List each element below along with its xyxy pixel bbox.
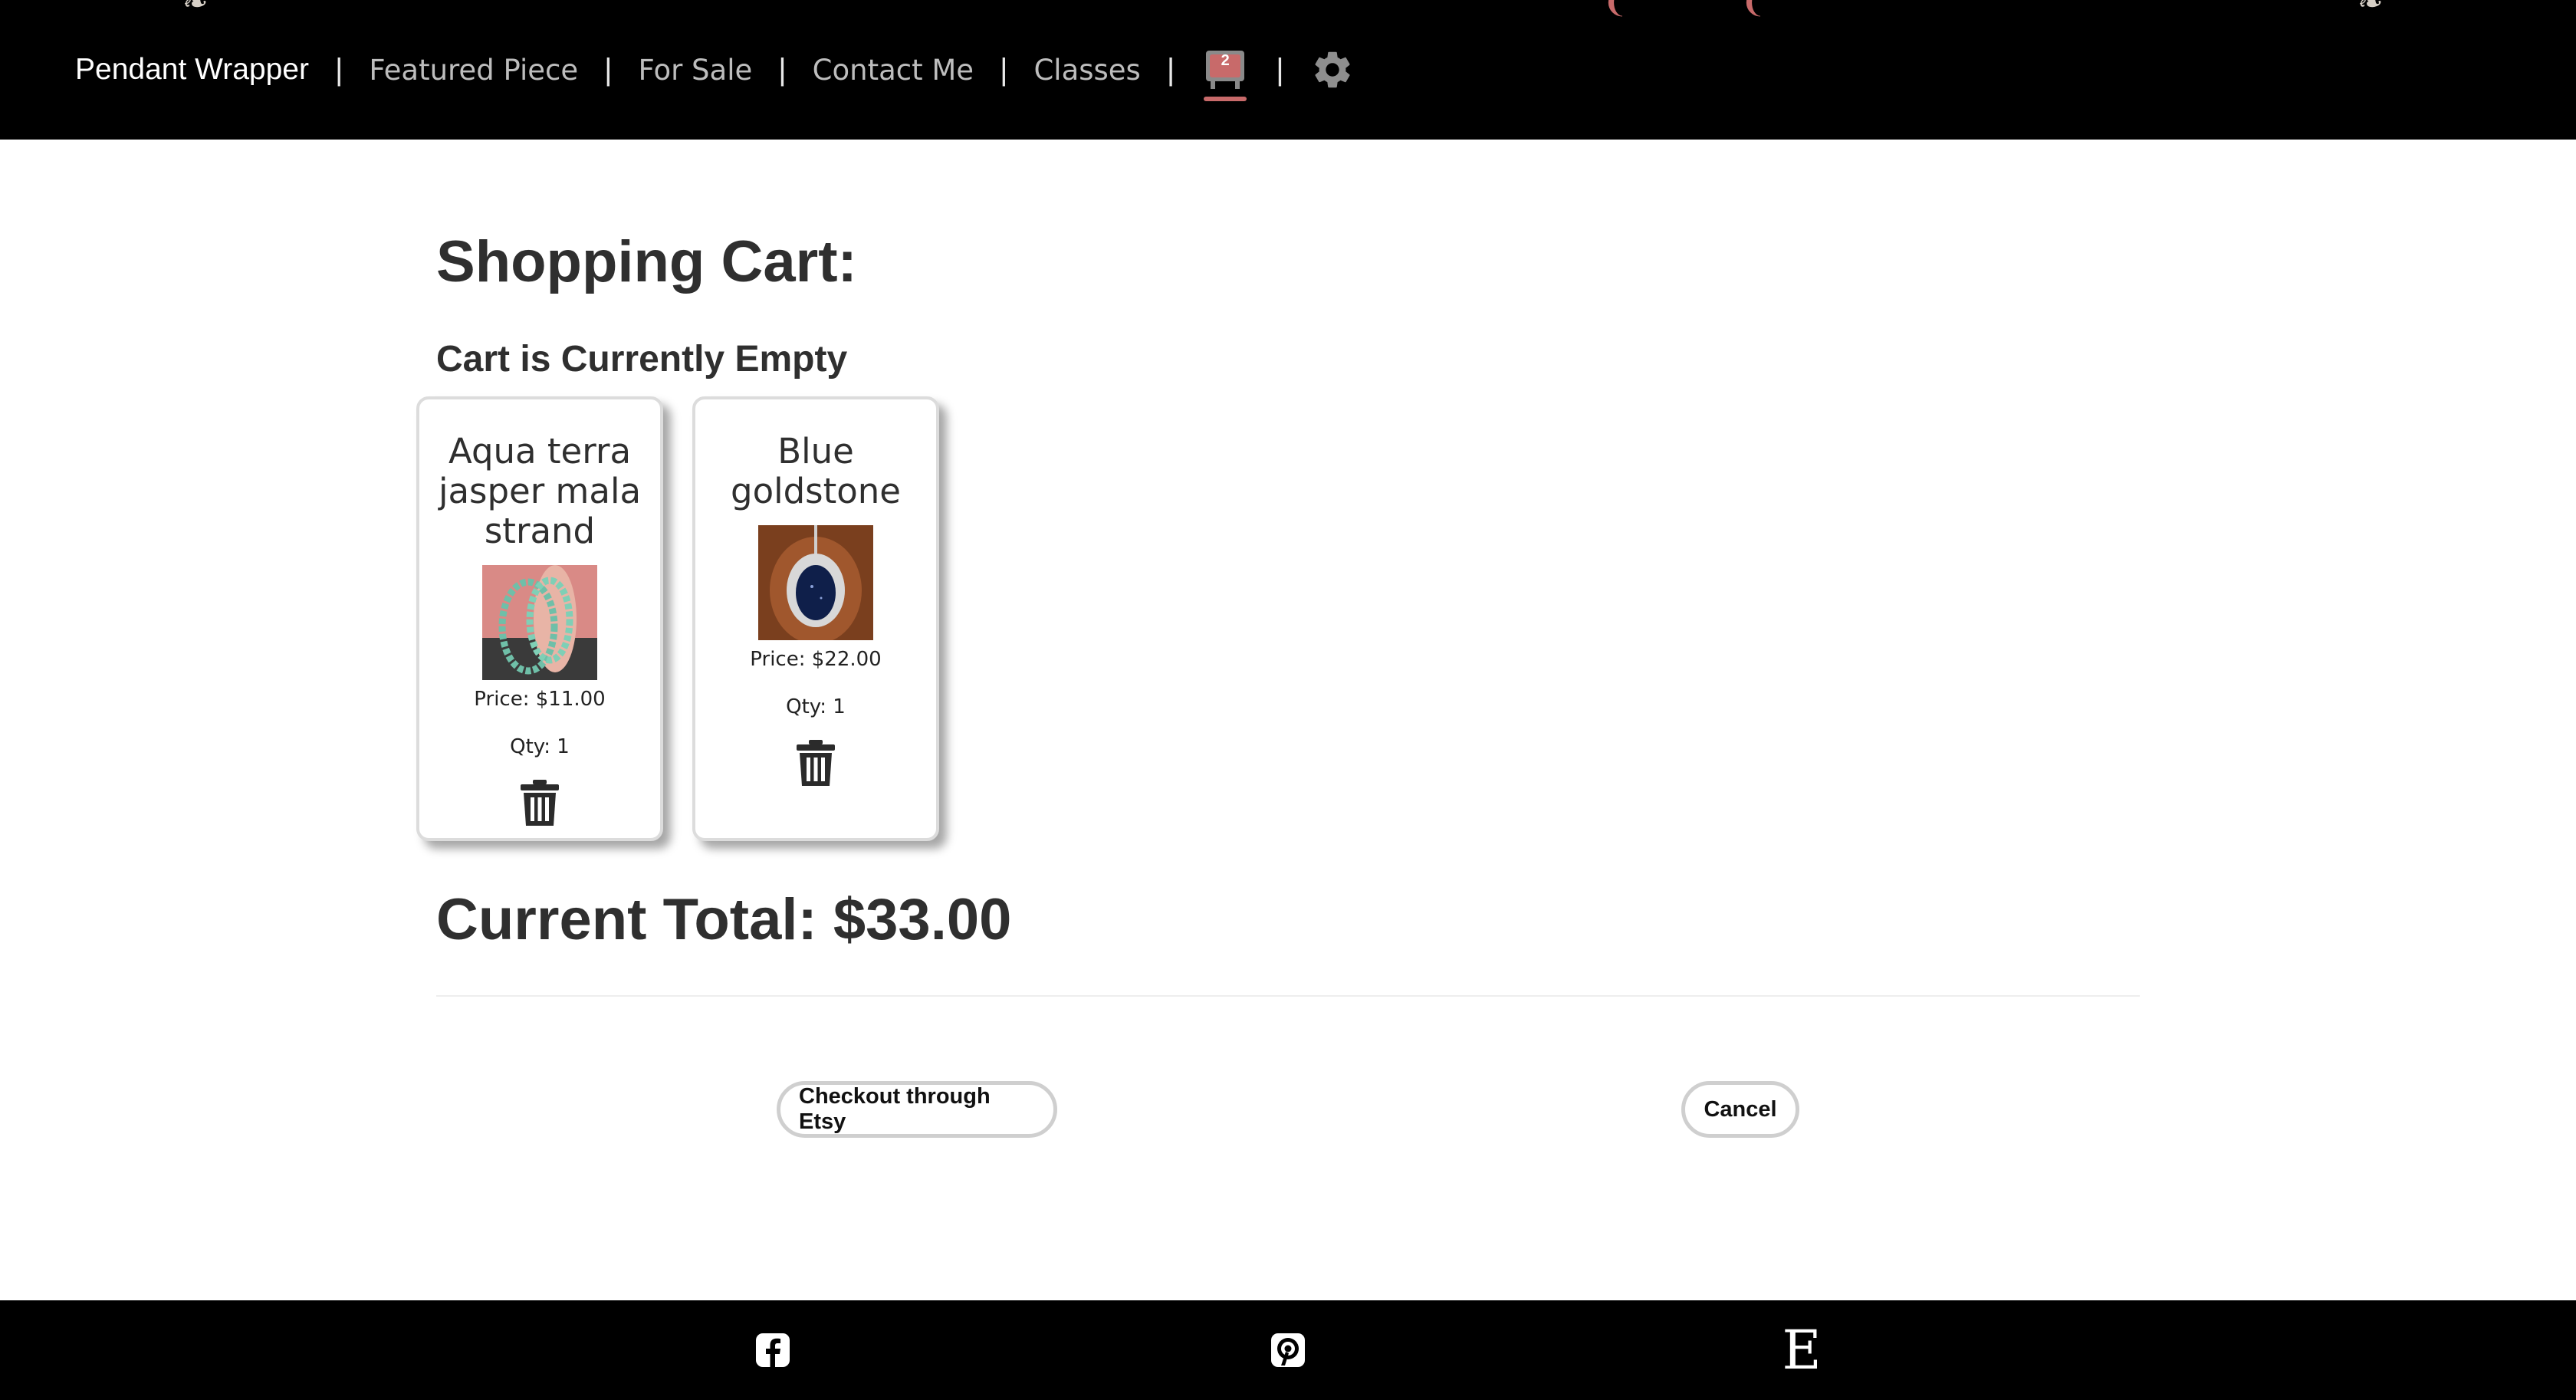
nav-classes[interactable]: Classes [1033,54,1140,87]
nav-separator: | [604,52,613,87]
item-name: Blue goldstone [731,431,901,511]
item-price: Price: $22.00 [750,648,882,671]
pinterest-link[interactable] [1263,1326,1313,1375]
etsy-link[interactable]: E [1777,1319,1826,1382]
decorative-swirl-center: ❨ [1602,0,1628,20]
active-indicator [1204,97,1247,101]
cart-status-message: Cart is Currently Empty [436,339,848,380]
item-name: Aqua terra jasper mala strand [438,431,642,551]
nav-separator: | [1000,52,1008,87]
cart-count-badge: 2 [1221,52,1230,69]
gear-icon[interactable] [1310,48,1355,92]
nav-separator: | [1276,52,1284,87]
cancel-button[interactable]: Cancel [1681,1081,1799,1138]
etsy-icon: E [1782,1319,1822,1382]
item-price: Price: $11.00 [474,688,606,711]
cart-item-card: Blue goldstone Price: $22.00 Qty: 1 [692,396,939,841]
item-image [482,565,597,680]
nav-separator: | [778,52,787,87]
cart-total: Current Total: $33.00 [436,887,1012,952]
page-title: Shopping Cart: [436,229,857,294]
decorative-swirl-right: ❧ [2358,0,2384,20]
main-nav: Pendant Wrapper | Featured Piece | For S… [75,0,1355,140]
nav-for-sale[interactable]: For Sale [638,54,752,87]
cart-button[interactable]: 2 [1201,35,1250,104]
trash-icon[interactable] [795,738,836,787]
checkout-etsy-button[interactable]: Checkout through Etsy [777,1081,1057,1138]
decorative-swirl-center-2: ❨ [1740,0,1766,20]
nav-separator: | [1166,52,1175,87]
facebook-icon [756,1333,790,1367]
item-image [758,525,873,640]
pinterest-icon [1271,1333,1305,1367]
facebook-link[interactable] [748,1326,797,1375]
trash-icon[interactable] [519,778,560,827]
brand-link[interactable]: Pendant Wrapper [75,53,309,87]
item-quantity: Qty: 1 [786,695,846,718]
item-quantity: Qty: 1 [510,735,570,758]
nav-featured-piece[interactable]: Featured Piece [369,54,578,87]
nav-separator: | [334,52,343,87]
top-navigation-bar: ❧ ❨ ❨ ❧ Pendant Wrapper | Featured Piece… [0,0,2576,140]
divider [436,995,2140,997]
footer: E [0,1300,2576,1400]
cart-item-card: Aqua terra jasper mala strand Price: $11… [416,396,663,841]
nav-contact-me[interactable]: Contact Me [813,54,974,87]
